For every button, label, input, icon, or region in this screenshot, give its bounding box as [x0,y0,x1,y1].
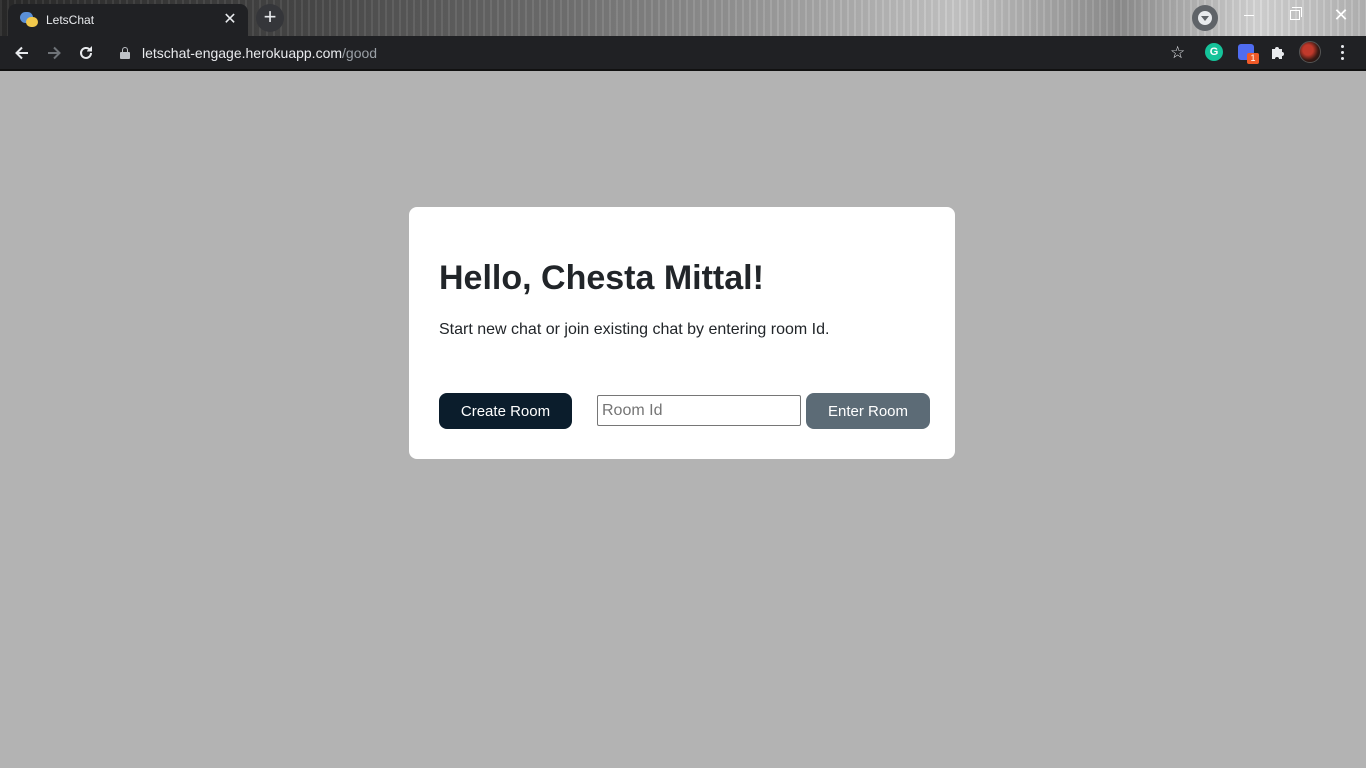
puzzle-piece-icon [1272,47,1284,59]
create-room-button[interactable]: Create Room [439,393,572,429]
dot-icon [1340,56,1344,60]
browser-toolbar: letschat-engage.herokuapp.com/good ☆ [0,36,1366,69]
url-host: letschat-engage.herokuapp.com [142,45,343,61]
restore-button[interactable] [1272,0,1318,30]
browser-menu-button[interactable] [1333,42,1351,62]
lock-icon [120,47,130,59]
chat-bubbles-icon [20,11,38,29]
room-id-input[interactable] [597,395,801,426]
tab-title: LetsChat [46,13,95,27]
browser-titlebar: LetsChat ✕ + ✕ [0,0,1366,36]
new-tab-button[interactable]: + [256,4,284,32]
extension-button-with-badge[interactable]: 1 [1236,42,1259,64]
extension-icon: 1 [1238,44,1259,64]
dot-icon [1340,50,1344,54]
page-title: Hello, Chesta Mittal! [439,259,764,297]
back-button[interactable] [9,40,35,66]
forward-button[interactable] [41,40,67,66]
welcome-card: Hello, Chesta Mittal! Start new chat or … [409,207,955,459]
restore-icon [1290,7,1302,20]
dot-icon [1340,44,1344,48]
grammarly-extension-button[interactable]: G [1204,42,1224,62]
notification-badge: 1 [1247,53,1259,64]
grammarly-icon: G [1205,43,1223,61]
browser-tab[interactable]: LetsChat ✕ [8,4,248,36]
arrow-right-icon [48,46,61,60]
tab-close-icon[interactable]: ✕ [222,12,238,28]
minimize-button[interactable] [1226,0,1272,30]
page-viewport: Hello, Chesta Mittal! Start new chat or … [0,71,1366,768]
bookmark-star-icon[interactable]: ☆ [1170,44,1185,62]
tab-search-button[interactable] [1192,5,1218,31]
arrow-left-icon [15,46,28,60]
window-close-button[interactable]: ✕ [1318,0,1364,30]
minimize-icon [1244,14,1254,16]
enter-room-button[interactable]: Enter Room [806,393,930,429]
page-subtitle: Start new chat or join existing chat by … [439,321,830,338]
reload-button[interactable] [73,40,99,66]
url-text[interactable]: letschat-engage.herokuapp.com/good [142,45,377,61]
reload-icon [80,46,92,59]
extensions-menu-button[interactable] [1268,42,1288,62]
chevron-down-icon [1198,11,1212,25]
url-path: /good [342,45,378,61]
address-bar[interactable]: letschat-engage.herokuapp.com/good ☆ [108,39,1192,67]
profile-avatar[interactable] [1299,41,1321,63]
